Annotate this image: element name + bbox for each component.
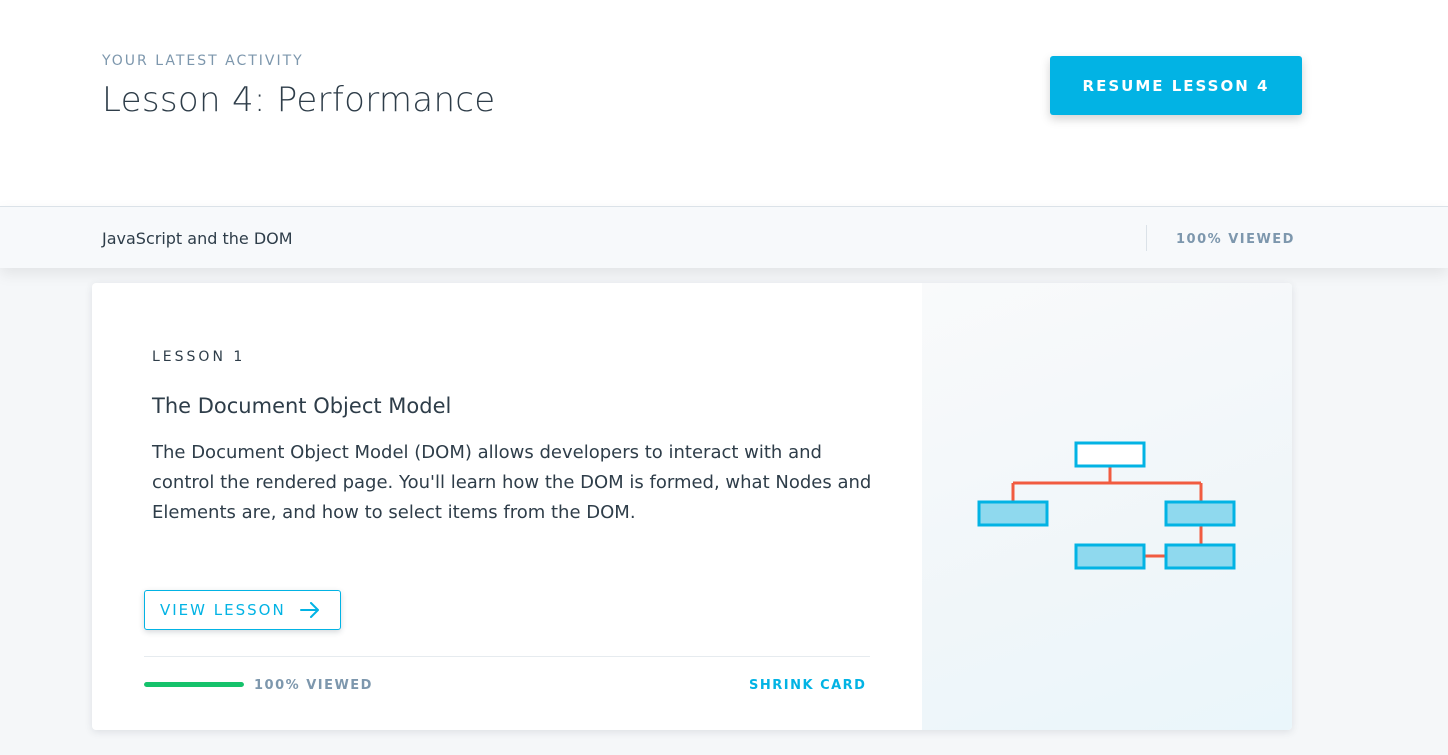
- view-lesson-label: VIEW LESSON: [160, 601, 286, 619]
- page-title: Lesson 4: Performance: [102, 80, 496, 120]
- divider: [1146, 225, 1147, 251]
- activity-eyebrow: YOUR LATEST ACTIVITY: [102, 53, 304, 69]
- lesson-card: LESSON 1 The Document Object Model The D…: [92, 283, 1292, 730]
- shrink-card-button[interactable]: SHRINK CARD: [749, 678, 866, 693]
- divider: [144, 656, 870, 657]
- course-name: JavaScript and the DOM: [102, 229, 293, 248]
- progress-fill: [144, 682, 244, 687]
- resume-lesson-button[interactable]: RESUME LESSON 4: [1050, 56, 1302, 115]
- course-bar: JavaScript and the DOM 100% VIEWED: [0, 206, 1448, 268]
- view-lesson-button[interactable]: VIEW LESSON: [144, 590, 341, 630]
- lesson-number: LESSON 1: [152, 349, 246, 365]
- lesson-card-content: LESSON 1 The Document Object Model The D…: [92, 283, 922, 730]
- lesson-illustration-panel: [922, 283, 1292, 730]
- lesson-title: The Document Object Model: [152, 394, 452, 418]
- dom-tree-icon: [977, 441, 1236, 570]
- arrow-right-icon: [299, 602, 320, 618]
- lesson-viewed-status: 100% VIEWED: [254, 678, 373, 693]
- course-viewed-status: 100% VIEWED: [1176, 232, 1295, 247]
- lesson-description: The Document Object Model (DOM) allows d…: [152, 442, 872, 523]
- latest-activity-header: YOUR LATEST ACTIVITY Lesson 4: Performan…: [0, 0, 1448, 207]
- progress-bar: [144, 682, 244, 687]
